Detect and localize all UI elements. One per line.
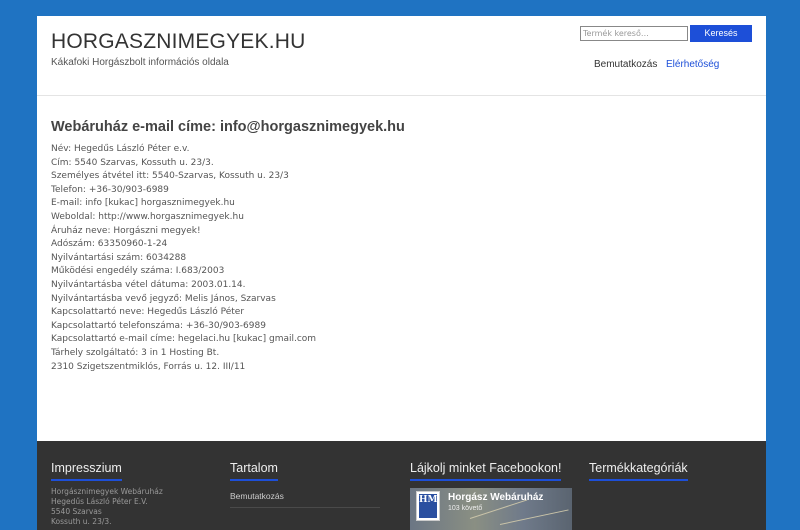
impresszum-line: Horgásznimegyek Webáruház — [51, 487, 163, 496]
search-input[interactable]: Termék kereső… — [580, 26, 688, 41]
site-title[interactable]: HORGASZNIMEGYEK.HU — [51, 30, 305, 54]
info-line: Áruház neve: Horgászni megyek! — [51, 225, 201, 236]
info-line: Működési engedély száma: I.683/2003 — [51, 266, 225, 277]
footer-heading: Tartalom — [230, 461, 278, 481]
footer-heading: Lájkolj minket Facebookon! — [410, 461, 562, 481]
info-line: Nyilvántartásba vétel dátuma: 2003.01.14… — [51, 279, 246, 290]
info-line: E-mail: info [kukac] horgasznimegyek.hu — [51, 198, 235, 209]
footer-column-impresszum: Impresszium — [51, 459, 122, 481]
info-line: Cím: 5540 Szarvas, Kossuth u. 23/3. — [51, 157, 214, 168]
page-container: HORGASZNIMEGYEK.HU Kákafoki Horgászbolt … — [37, 16, 766, 530]
info-line: Név: Hegedűs László Péter e.v. — [51, 144, 190, 154]
info-line: Kapcsolattartó telefonszáma: +36-30/903-… — [51, 320, 266, 331]
info-line: Kapcsolattartó e-mail címe: hegelaci.hu … — [51, 334, 317, 345]
site-footer: Impresszium Tartalom Lájkolj minket Face… — [37, 441, 766, 530]
facebook-page-logo[interactable]: HM — [416, 491, 440, 521]
footer-heading: Termékkategóriák — [589, 461, 688, 481]
footer-link-bemutatkozas[interactable]: Bemutatkozás — [230, 491, 380, 508]
info-line: Kapcsolattartó neve: Hegedűs László Péte… — [51, 307, 245, 318]
footer-column-termekkategoriak: Termékkategóriák — [589, 459, 688, 481]
info-line: Nyilvántartásba vevő jegyző: Melis János… — [51, 293, 276, 304]
impresszum-line: Kossuth u. 23/3. — [51, 517, 112, 526]
site-header: HORGASZNIMEGYEK.HU Kákafoki Horgászbolt … — [37, 16, 766, 96]
logo-monogram: HM — [419, 494, 437, 518]
info-line: Nyilvántartási szám: 6034288 — [51, 252, 187, 263]
info-line: Telefon: +36-30/903-6989 — [51, 184, 169, 195]
site-description: Kákafoki Horgászbolt információs oldala — [51, 57, 229, 68]
nav-item-bemutatkozas[interactable]: Bemutatkozás — [594, 59, 657, 70]
info-line: Adószám: 63350960-1-24 — [51, 239, 168, 250]
nav-item-elerhetoseg[interactable]: Elérhetőség — [666, 59, 719, 70]
impresszum-line: 5540 Szarvas — [51, 507, 102, 516]
contact-info: Név: Hegedűs László Péter e.v. Cím: 5540… — [51, 143, 316, 374]
facebook-follower-count: 103 követő — [448, 505, 483, 512]
impresszum-text: Horgásznimegyek Webáruház Hegedűs László… — [51, 487, 163, 527]
info-line: Tárhely szolgáltató: 3 in 1 Hosting Bt. — [51, 347, 220, 358]
footer-column-tartalom: Tartalom — [230, 459, 278, 481]
info-line: Weboldal: http://www.horgasznimegyek.hu — [51, 211, 244, 222]
info-line: 2310 Szigetszentmiklós, Forrás u. 12. II… — [51, 361, 246, 372]
search-button[interactable]: Keresés — [690, 25, 752, 42]
footer-heading: Impresszium — [51, 461, 122, 481]
facebook-page-widget[interactable]: HM Horgász Webáruház 103 követő — [410, 488, 572, 530]
impresszum-line: Hegedűs László Péter E.V. — [51, 497, 148, 506]
footer-column-facebook: Lájkolj minket Facebookon! — [410, 459, 562, 481]
info-line: Személyes átvétel itt: 5540-Szarvas, Kos… — [51, 171, 289, 182]
facebook-page-name[interactable]: Horgász Webáruház — [448, 492, 543, 503]
page-title: Webáruház e-mail címe: info@horgasznimeg… — [51, 119, 405, 135]
